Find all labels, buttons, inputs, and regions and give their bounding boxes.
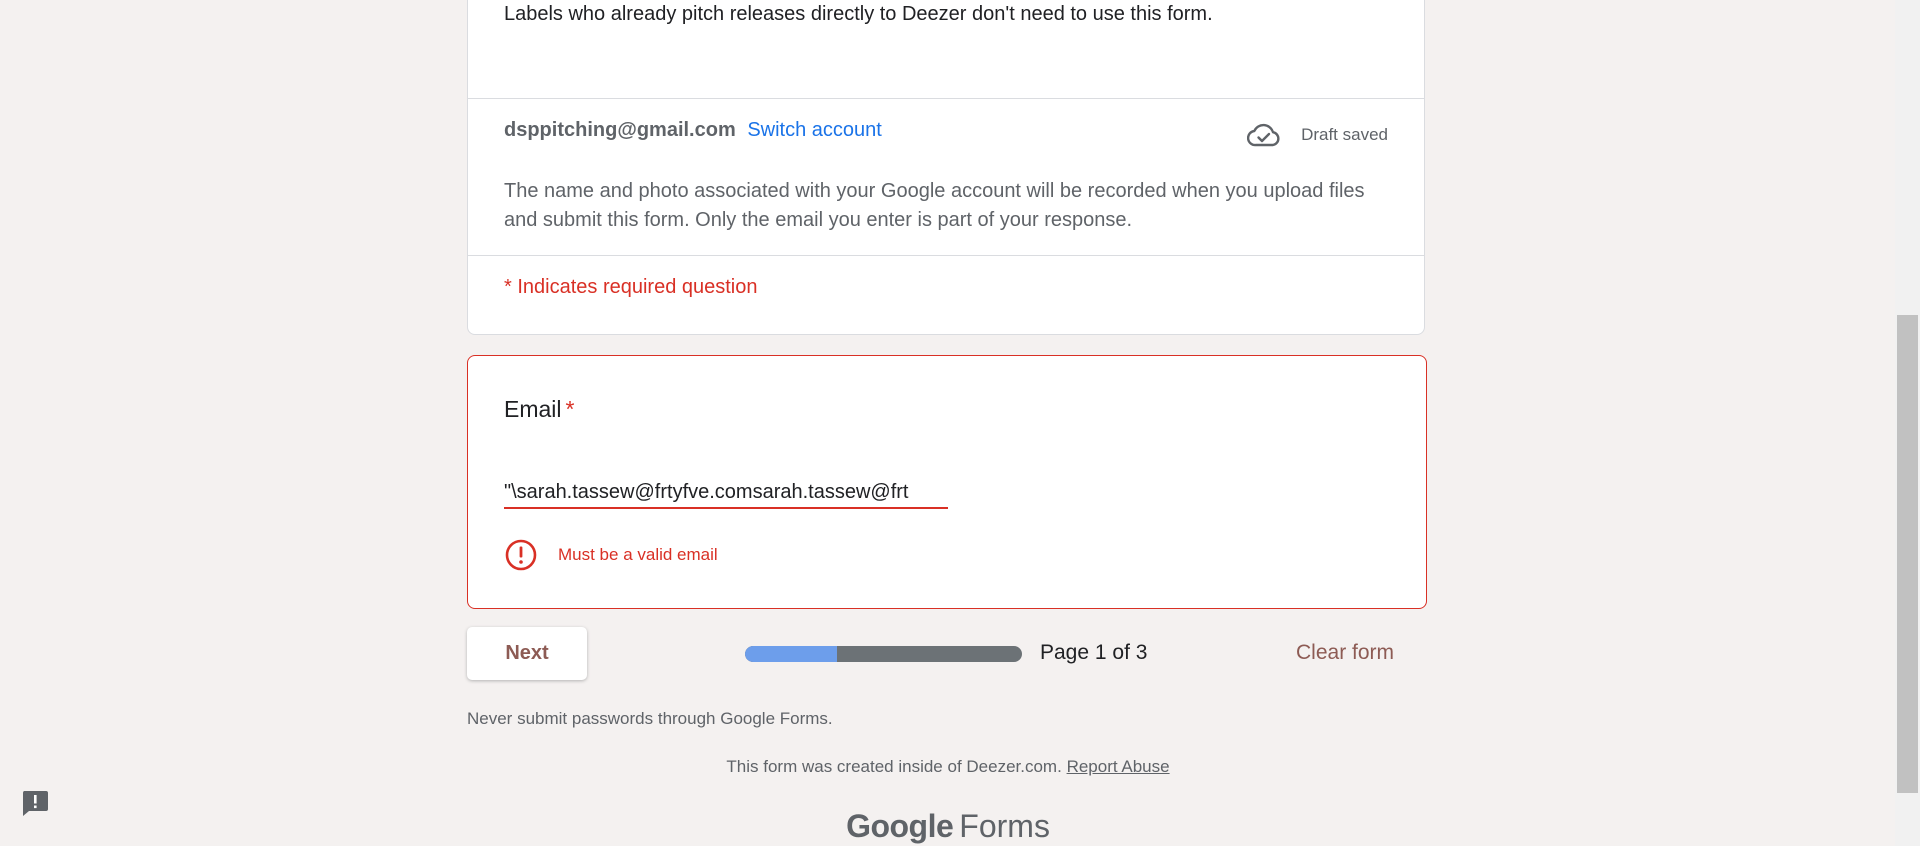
google-forms-logo[interactable]: Google Forms [0, 808, 1896, 845]
account-email: dsppitching@gmail.com [504, 119, 736, 141]
draft-status-text: Draft saved [1301, 125, 1388, 144]
divider [468, 255, 1424, 256]
scrollbar-thumb[interactable] [1897, 315, 1918, 793]
email-question-card: Email* Must be a valid email [467, 355, 1427, 609]
error-icon [505, 539, 537, 571]
report-abuse-link[interactable]: Report Abuse [1067, 757, 1170, 776]
required-question-note: * Indicates required question [504, 276, 758, 298]
form-header-card: Labels who already pitch releases direct… [467, 0, 1425, 335]
question-title-text: Email [504, 396, 562, 422]
required-marker: * [565, 396, 575, 422]
logo-forms-text: Forms [959, 808, 1050, 844]
privacy-note: The name and photo associated with your … [504, 180, 1365, 231]
progress-bar-fill [745, 646, 838, 662]
validation-error: Must be a valid email [504, 538, 718, 572]
created-note-text: This form was created inside of Deezer.c… [726, 757, 1062, 776]
feedback-icon [22, 791, 48, 816]
email-input[interactable] [504, 477, 948, 509]
divider [468, 98, 1424, 99]
page-indicator: Page 1 of 3 [1040, 641, 1148, 664]
cloud-done-icon [1247, 123, 1280, 147]
error-message: Must be a valid email [558, 545, 718, 564]
password-warning: Never submit passwords through Google Fo… [467, 709, 833, 728]
logo-google-text: Google [846, 808, 954, 844]
progress-bar [745, 646, 1022, 662]
form-description: Labels who already pitch releases direct… [504, 3, 1213, 25]
form-origin-note: This form was created inside of Deezer.c… [0, 757, 1896, 777]
switch-account-link[interactable]: Switch account [747, 119, 882, 141]
clear-form-button[interactable]: Clear form [1296, 641, 1394, 665]
feedback-button[interactable] [20, 788, 50, 818]
question-title: Email * [504, 396, 574, 423]
next-button[interactable]: Next [467, 627, 587, 680]
draft-status: Draft saved [1247, 122, 1388, 148]
form-page: Labels who already pitch releases direct… [0, 0, 1920, 846]
account-row: dsppitching@gmail.com Switch account [504, 119, 882, 142]
